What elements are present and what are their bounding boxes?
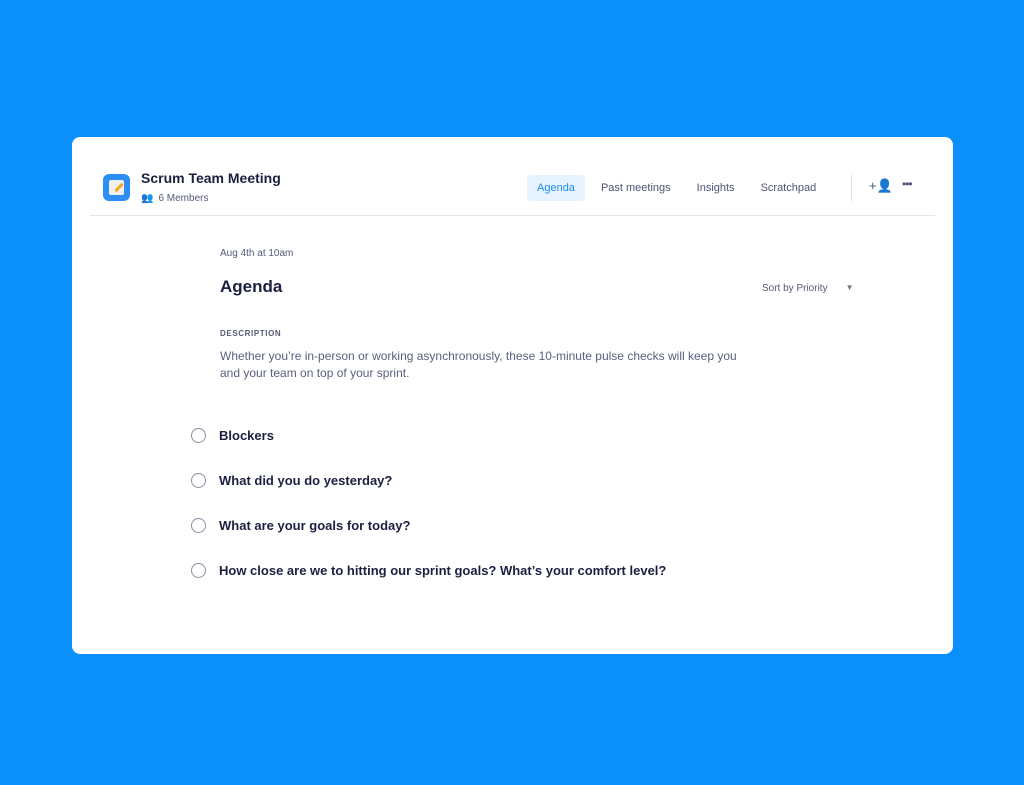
radio-button[interactable]: [191, 473, 206, 488]
item-label: Blockers: [219, 428, 274, 443]
meeting-title: Scrum Team Meeting: [141, 170, 281, 186]
tab-past-meetings[interactable]: Past meetings: [591, 175, 681, 201]
meeting-card: Scrum Team Meeting 👥 6 Members Agenda Pas…: [72, 137, 953, 654]
agenda-item: What are your goals for today?: [191, 518, 410, 533]
item-label: What did you do yesterday?: [219, 473, 393, 488]
sort-label: Sort by Priority: [762, 283, 828, 294]
members-link[interactable]: 👥 6 Members: [141, 193, 208, 204]
tab-insights[interactable]: Insights: [687, 175, 745, 201]
item-label: How close are we to hitting our sprint g…: [219, 563, 667, 578]
tab-agenda[interactable]: Agenda: [527, 175, 585, 201]
members-count: 6 Members: [158, 193, 209, 204]
add-person-icon[interactable]: +👤: [869, 178, 893, 194]
meeting-date: Aug 4th at 10am: [220, 248, 294, 259]
radio-button[interactable]: [191, 428, 206, 443]
people-icon: 👥: [141, 193, 154, 204]
description: Whether you’re in-person or working asyn…: [220, 349, 737, 380]
page-title: Agenda: [220, 277, 283, 296]
agenda-item: Blockers: [191, 428, 274, 443]
radio-button[interactable]: [191, 563, 206, 578]
agenda-item: What did you do yesterday?: [191, 473, 392, 488]
item-label: What are your goals for today?: [219, 518, 411, 533]
more-icon[interactable]: •••: [902, 177, 913, 191]
description-label: DESCRIPTION: [220, 329, 282, 338]
divider: [851, 175, 852, 201]
caret-down-icon: ▼: [845, 283, 854, 292]
tabs: Agenda Past meetings Insights Scratchpad: [527, 175, 832, 201]
radio-button[interactable]: [191, 518, 206, 533]
header: Scrum Team Meeting 👥 6 Members Agenda Pas…: [90, 137, 935, 216]
agenda-item: How close are we to hitting our sprint g…: [191, 563, 666, 578]
notepad-icon: [103, 174, 130, 201]
tab-scratchpad[interactable]: Scratchpad: [751, 175, 827, 201]
sort-dropdown[interactable]: Sort by Priority ▼: [762, 283, 854, 294]
